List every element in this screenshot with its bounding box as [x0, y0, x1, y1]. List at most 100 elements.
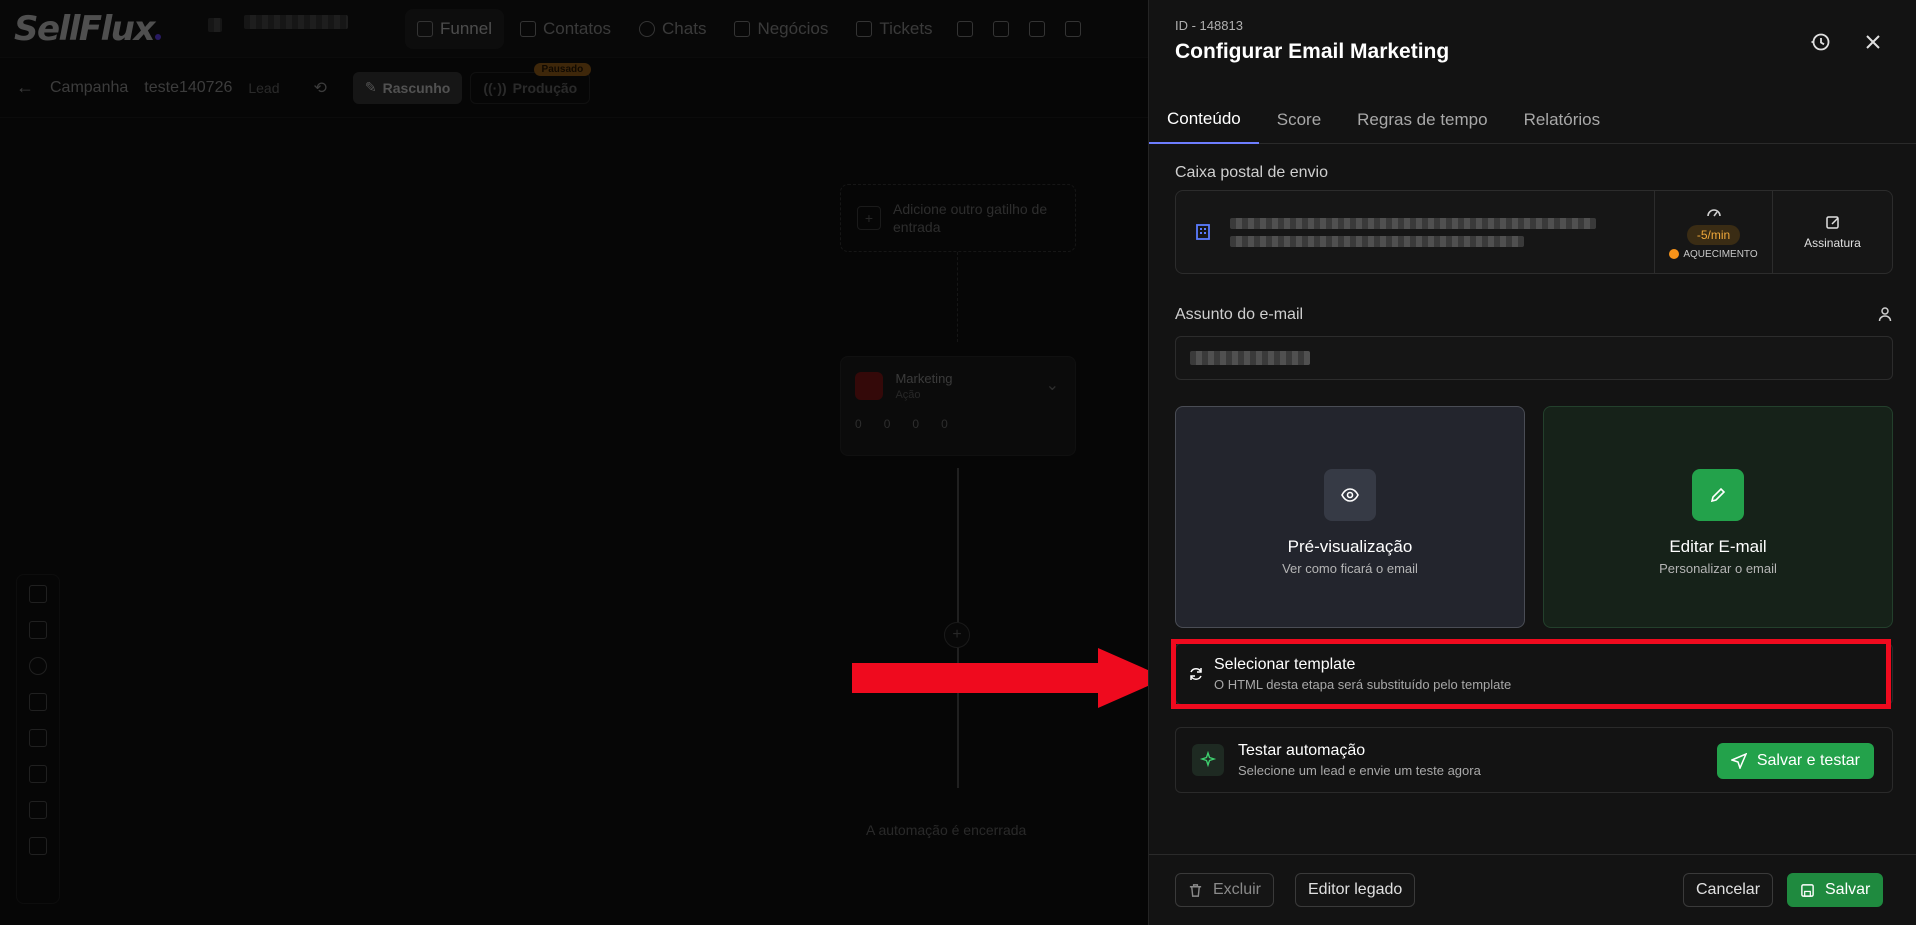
node-stats: 0 0 0 0 [855, 417, 1061, 431]
legacy-editor-button[interactable]: Editor legado [1295, 873, 1416, 907]
nav-contatos[interactable]: Contatos [508, 9, 623, 49]
app-root: SellFlux Funnel Contatos Chats Negócios … [0, 0, 1916, 925]
nav-mail[interactable] [949, 9, 981, 49]
annotation-highlight-box [1171, 639, 1891, 709]
mailbox-label: Caixa postal de envio [1175, 164, 1328, 181]
connector-dashed [957, 252, 958, 342]
cursor-icon[interactable] [29, 621, 47, 639]
map-icon[interactable] [29, 801, 47, 819]
signature-button[interactable]: Assinatura [1772, 191, 1892, 273]
breadcrumb-campaign-name[interactable]: teste140726 [144, 79, 232, 97]
sparkle-icon [1192, 744, 1224, 776]
bar-chart-icon [1064, 21, 1081, 37]
delete-button[interactable]: Excluir [1175, 873, 1275, 907]
nav-messages[interactable] [985, 9, 1017, 49]
save-and-test-button[interactable]: Salvar e testar [1716, 743, 1874, 779]
draft-button[interactable]: ✎ Rascunho [352, 71, 463, 104]
plus-icon: + [857, 206, 881, 230]
breadcrumb-campanha[interactable]: Campanha [50, 79, 128, 97]
zoom-in-icon[interactable] [29, 693, 47, 711]
mailbox-main[interactable] [1176, 191, 1654, 273]
briefcase-icon [734, 21, 751, 37]
mail-icon [956, 21, 973, 37]
calendar-icon [1028, 21, 1045, 37]
pencil-icon [1692, 468, 1744, 521]
back-arrow-icon[interactable]: ← [16, 77, 34, 98]
tab-relatorios[interactable]: Relatórios [1506, 96, 1619, 144]
subject-input[interactable] [1175, 336, 1893, 380]
test-automation-box: Testar automação Selecione um lead e env… [1175, 727, 1893, 793]
chevron-down-icon[interactable]: ⌄ [1046, 375, 1059, 395]
chat-icon [639, 21, 656, 37]
top-navbar: SellFlux Funnel Contatos Chats Negócios … [0, 0, 1148, 58]
undo-icon[interactable] [29, 657, 47, 675]
preview-title: Pré-visualização [1287, 536, 1413, 556]
nav-tickets[interactable]: Tickets [844, 9, 944, 49]
nav-negocios[interactable]: Negócios [722, 9, 840, 49]
canvas-toolbox [16, 574, 60, 904]
add-trigger-node[interactable]: + Adicione outro gatilho de entrada [840, 184, 1076, 252]
grid-icon[interactable] [29, 837, 47, 855]
account-blurred[interactable] [208, 18, 222, 32]
panel-title: Configurar Email Marketing [1175, 40, 1450, 63]
campaign-subbar: ← Campanha teste140726 Lead ⟲ ✎ Rascunho … [0, 58, 1148, 118]
preview-card[interactable]: Pré-visualização Ver como ficará o email [1175, 406, 1525, 628]
nav-chats[interactable]: Chats [627, 9, 718, 49]
subject-label: Assunto do e-mail [1175, 306, 1304, 323]
ticket-icon [856, 21, 873, 37]
building-icon [1192, 221, 1214, 243]
test-subtitle: Selecione um lead e envie um teste agora [1238, 763, 1481, 778]
contacts-icon [519, 21, 536, 37]
edit-title: Editar E-mail [1669, 536, 1767, 556]
history-icon[interactable] [1809, 30, 1833, 54]
subject-value-blurred [1190, 351, 1310, 365]
nav-funnel[interactable]: Funnel [405, 9, 504, 49]
mailbox-address-blurred [1230, 217, 1596, 247]
broadcast-icon: ((·)) [483, 79, 507, 96]
end-automation-text: A automação é encerrada [866, 822, 1027, 838]
preview-subtitle: Ver como ficará o email [1282, 560, 1418, 576]
stat-value: 0 [912, 417, 920, 431]
send-icon [1730, 753, 1747, 769]
mail-node-icon [855, 372, 883, 400]
panel-tabs: Conteúdo Score Regras de tempo Relatório… [1149, 96, 1916, 144]
zoom-out-icon[interactable] [29, 729, 47, 747]
floppy-icon [1801, 883, 1814, 897]
breadcrumb-type: Lead [248, 79, 280, 96]
hand-icon[interactable] [29, 585, 47, 603]
stat-value: 0 [855, 417, 862, 431]
paused-badge: Pausado [533, 62, 592, 76]
account-name-blurred[interactable] [244, 15, 348, 29]
email-config-panel: ID - 148813 Configurar Email Marketing C… [1148, 0, 1916, 925]
modal-overlay[interactable] [0, 0, 1148, 925]
warmup-status: AQUECIMENTO [1669, 249, 1758, 260]
rate-badge: -5/min [1686, 224, 1741, 245]
rocket-icon [417, 21, 433, 37]
person-icon[interactable] [1877, 306, 1893, 327]
signature-icon [1825, 216, 1839, 229]
tab-conteudo[interactable]: Conteúdo [1149, 96, 1259, 144]
background-app: SellFlux Funnel Contatos Chats Negócios … [0, 0, 1148, 925]
notes-icon[interactable] [29, 765, 47, 783]
trash-icon [1189, 883, 1202, 897]
production-button[interactable]: ((·)) Produção Pausado [470, 62, 592, 104]
nav-calendar[interactable] [1021, 9, 1053, 49]
annotation-arrow-body [852, 663, 1102, 693]
cancel-button[interactable]: Cancelar [1683, 873, 1774, 907]
edit-email-card[interactable]: Editar E-mail Personalizar o email [1543, 406, 1893, 628]
add-step-button[interactable]: + [944, 622, 970, 648]
mailbox-selector[interactable]: -5/min AQUECIMENTO Assinatura [1175, 190, 1893, 274]
gauge-icon [1706, 208, 1721, 216]
stat-value: 0 [883, 417, 891, 431]
history-icon[interactable]: ⟲ [314, 78, 327, 98]
tab-score[interactable]: Score [1259, 96, 1339, 144]
sellflux-logo[interactable]: SellFlux [14, 9, 161, 49]
main-nav: Funnel Contatos Chats Negócios Tickets [405, 9, 1089, 49]
save-button[interactable]: Salvar [1787, 873, 1884, 907]
close-icon[interactable] [1861, 30, 1885, 54]
nav-reports[interactable] [1057, 9, 1089, 49]
test-title: Testar automação [1238, 742, 1366, 759]
edit-subtitle: Personalizar o email [1659, 560, 1777, 576]
tab-regras-de-tempo[interactable]: Regras de tempo [1339, 96, 1505, 144]
marketing-node[interactable]: Marketing Ação ⌄ 0 0 0 0 [840, 356, 1076, 456]
